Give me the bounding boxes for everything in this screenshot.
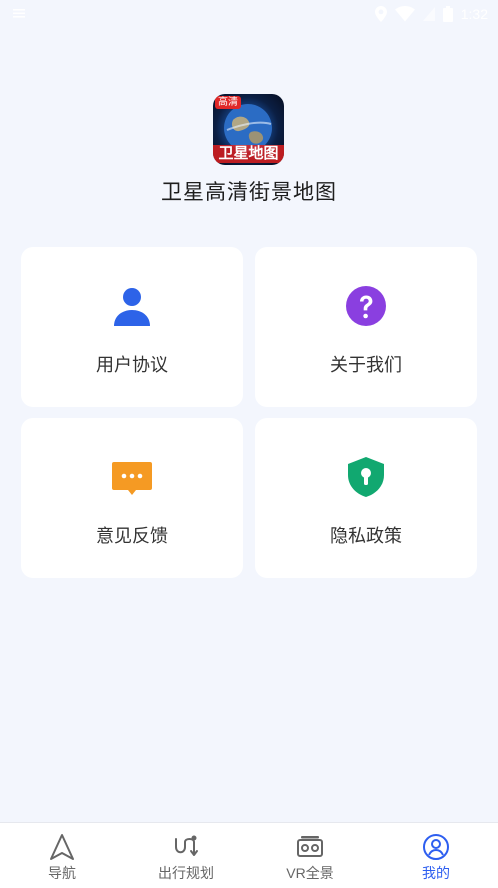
privacy-policy-label: 隐私政策 bbox=[330, 526, 402, 546]
tab-mine-label: 我的 bbox=[422, 865, 450, 881]
chat-bubble-icon bbox=[112, 462, 152, 495]
tab-vr-panorama[interactable]: VR全景 bbox=[248, 823, 372, 888]
app-logo: 高清 卫星地图 bbox=[213, 94, 284, 165]
status-time: 1:32 bbox=[460, 6, 488, 22]
logo-badge: 高清 bbox=[215, 96, 241, 109]
tab-mine[interactable]: 我的 bbox=[374, 823, 498, 888]
status-bar: 1:32 bbox=[0, 0, 498, 28]
route-icon bbox=[175, 835, 198, 856]
about-us-card[interactable]: 关于我们 bbox=[255, 247, 477, 407]
battery-icon bbox=[442, 6, 453, 22]
user-agreement-card[interactable]: 用户协议 bbox=[21, 247, 243, 407]
tab-route-planning-label: 出行规划 bbox=[158, 865, 214, 881]
about-us-label: 关于我们 bbox=[330, 355, 402, 375]
menu-lines-icon bbox=[13, 9, 25, 18]
logo-caption: 卫星地图 bbox=[213, 145, 284, 163]
status-icons: 1:32 bbox=[374, 5, 488, 23]
wifi-icon bbox=[394, 6, 415, 22]
question-icon bbox=[346, 286, 386, 326]
user-agreement-label: 用户协议 bbox=[96, 355, 168, 375]
user-icon bbox=[114, 288, 150, 326]
bottom-nav: 导航 出行规划 VR全景 我的 bbox=[0, 822, 498, 888]
profile-icon bbox=[423, 834, 449, 860]
vr-headset-icon bbox=[297, 836, 323, 857]
tab-navigation[interactable]: 导航 bbox=[0, 823, 124, 888]
navigation-arrow-icon bbox=[50, 834, 74, 860]
feedback-card[interactable]: 意见反馈 bbox=[21, 418, 243, 578]
tab-navigation-label: 导航 bbox=[48, 865, 76, 881]
tab-route-planning[interactable]: 出行规划 bbox=[124, 823, 248, 888]
signal-icon bbox=[422, 7, 435, 21]
location-pin-icon bbox=[374, 6, 387, 22]
privacy-policy-card[interactable]: 隐私政策 bbox=[255, 418, 477, 578]
tab-vr-panorama-label: VR全景 bbox=[286, 865, 334, 881]
feedback-label: 意见反馈 bbox=[96, 526, 168, 546]
app-title: 卫星高清街景地图 bbox=[161, 181, 337, 204]
shield-lock-icon bbox=[348, 457, 384, 497]
